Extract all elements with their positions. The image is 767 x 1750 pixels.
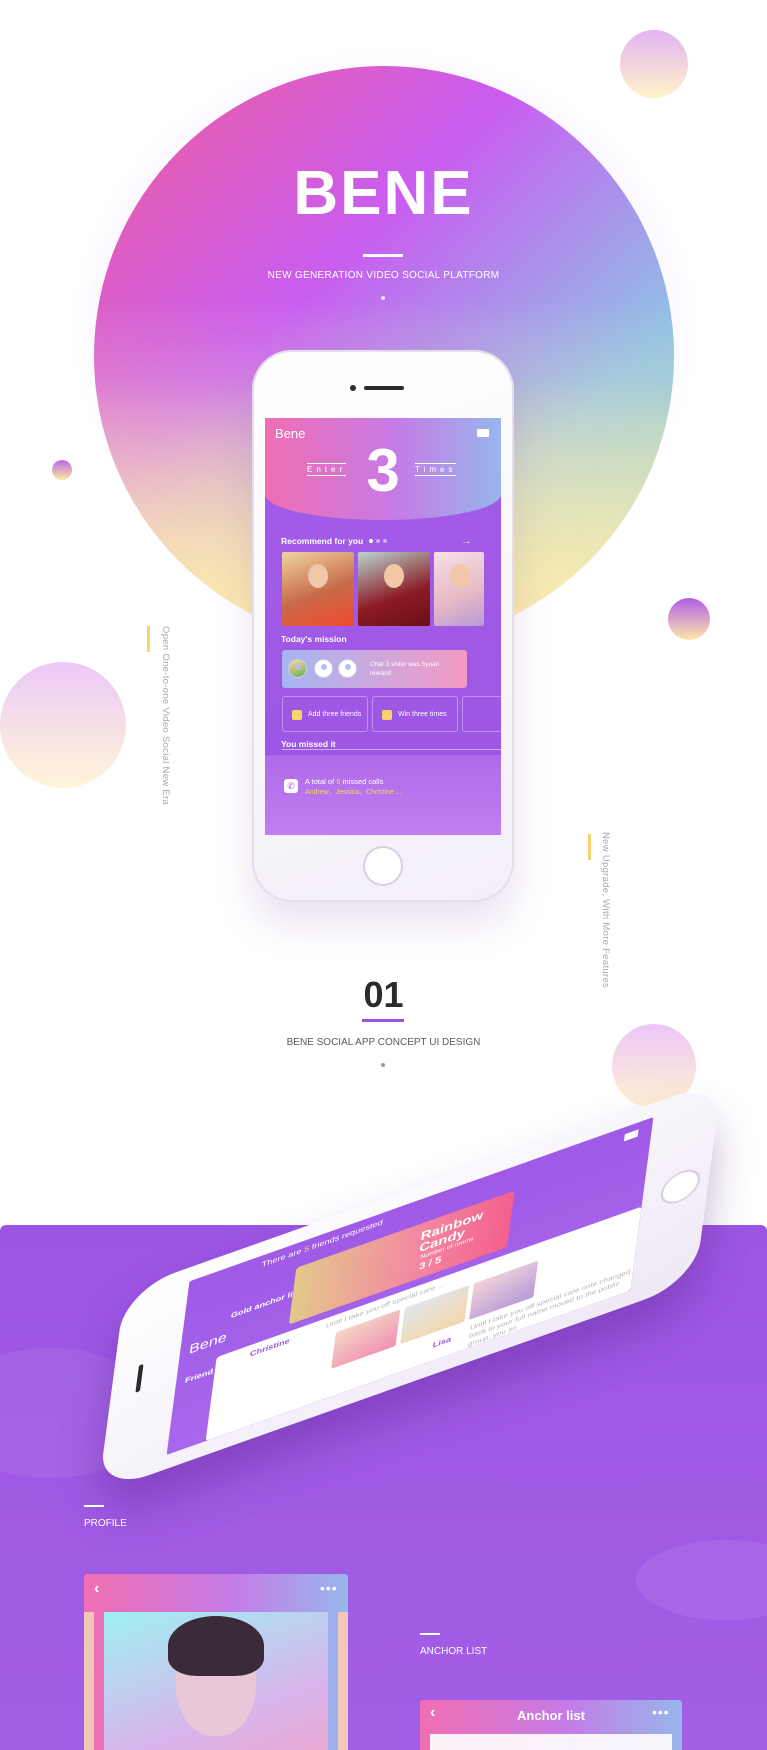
gamepad-icon: [382, 710, 392, 720]
recommend-card[interactable]: [358, 552, 430, 626]
speaker-icon: [135, 1363, 144, 1393]
phone-mockup-front: Bene 3 Enter Times Recommend for you → T…: [252, 350, 514, 902]
recommend-card[interactable]: [434, 552, 484, 626]
more-icon[interactable]: •••: [652, 1704, 670, 1720]
anchor-list-body: [430, 1734, 672, 1750]
recommend-title: Recommend for you: [281, 536, 364, 546]
home-button[interactable]: [658, 1164, 702, 1210]
profile-label: PROFILE: [84, 1518, 127, 1529]
missed-calls-box[interactable]: ✆ A total of 5 missed calls Andrew、Jessi…: [265, 755, 501, 835]
missed-calls-summary: A total of 5 missed calls: [305, 777, 384, 786]
app-screen: Bene 3 Enter Times Recommend for you → T…: [265, 418, 501, 835]
user-placeholder-icon: [314, 659, 333, 678]
anchor-list-card: ‹ Anchor list •••: [420, 1700, 682, 1750]
profile-photo[interactable]: [104, 1612, 328, 1750]
times-label: Times: [415, 463, 457, 476]
label-rule: [420, 1633, 440, 1635]
camera-icon: [350, 385, 356, 391]
hero-subtitle: NEW GENERATION VIDEO SOCIAL PLATFORM: [267, 270, 500, 281]
video-camera-icon[interactable]: [623, 1129, 639, 1142]
anchor-list-title: Anchor list: [517, 1708, 585, 1723]
back-icon[interactable]: ‹: [94, 1580, 99, 1598]
home-button[interactable]: [363, 846, 403, 886]
more-icon[interactable]: •••: [320, 1580, 338, 1596]
page: BENE NEW GENERATION VIDEO SOCIAL PLATFOR…: [0, 0, 767, 1750]
missed-callers: Andrew、Jessica、Christine ...: [305, 789, 402, 796]
section-dot: [381, 1063, 385, 1067]
decor-bubble: [52, 460, 72, 480]
task-add-friends[interactable]: Add three friends: [282, 696, 368, 732]
decor-bubble: [620, 30, 688, 98]
friends-icon: [292, 710, 302, 720]
arrow-right-icon[interactable]: →: [461, 535, 472, 547]
task-win[interactable]: Win three times: [372, 696, 458, 732]
side-text-right: New Upgrade, With More Features: [600, 832, 611, 989]
hero-title: BENE: [293, 159, 474, 228]
section-divider: [362, 1019, 404, 1022]
hero-divider: [363, 254, 403, 257]
hero-dot: [381, 296, 385, 300]
enter-count: 3: [366, 437, 400, 504]
card-edge: [338, 1612, 348, 1750]
decor-bubble: [668, 598, 710, 640]
section-title: BENE SOCIAL APP CONCEPT UI DESIGN: [286, 1037, 481, 1048]
recommend-card[interactable]: [282, 552, 354, 626]
live-card-title: Rainbow Candy: [418, 1207, 485, 1256]
hair-shape: [168, 1616, 264, 1676]
label-rule: [84, 1505, 104, 1507]
avatar: [288, 659, 307, 678]
speaker-icon: [364, 386, 404, 390]
accent-mark: [147, 626, 150, 652]
phone-icon: ✆: [284, 779, 298, 793]
section-number: 01: [363, 974, 404, 1015]
user-placeholder-icon: [338, 659, 357, 678]
mission-card[interactable]: Chat 3 sister was 5yuan reward!: [282, 650, 467, 688]
card-edge: [84, 1612, 94, 1750]
task-more[interactable]: [462, 696, 501, 732]
enter-label: Enter: [307, 463, 347, 476]
accent-mark: [588, 834, 591, 860]
missed-title: You missed it: [281, 739, 336, 749]
mission-text: Chat 3 sister was 5yuan reward!: [370, 661, 440, 677]
mission-title: Today's mission: [281, 634, 347, 644]
decor-bubble: [0, 662, 126, 788]
anchor-label: ANCHOR LIST: [420, 1646, 488, 1657]
screen-header: Bene 3 Enter Times: [265, 418, 501, 520]
app-name: Bene: [188, 1328, 228, 1357]
carousel-dots[interactable]: [369, 530, 390, 548]
divider: [282, 749, 501, 750]
side-text-left: Open One-to-one Video Social New Era: [160, 626, 171, 806]
profile-card: ‹ •••: [84, 1574, 348, 1750]
